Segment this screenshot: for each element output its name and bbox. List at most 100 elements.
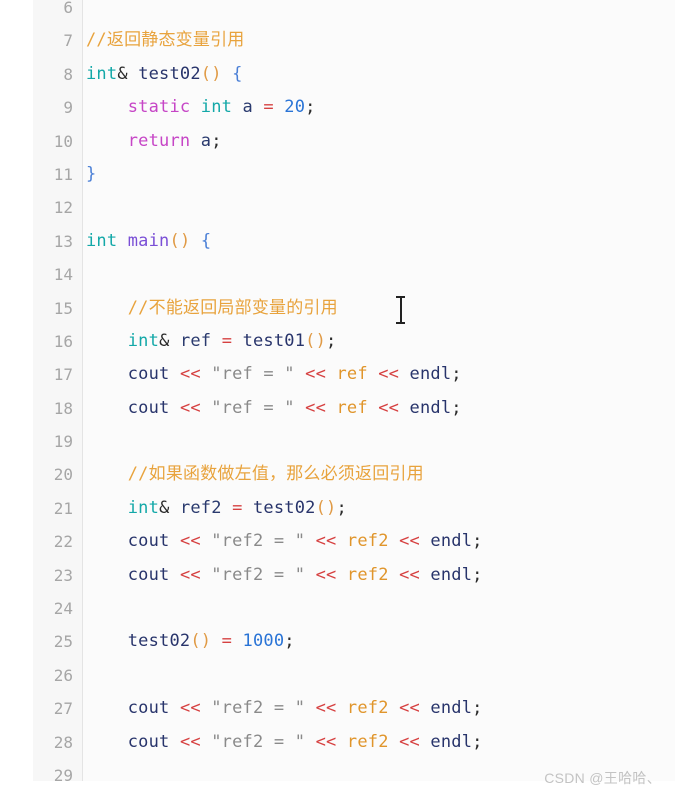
line-number[interactable]: 10 (33, 124, 82, 158)
code-line-content[interactable]: cout << "ref = " << ref << endl; (86, 358, 462, 391)
code-line-content[interactable]: cout << "ref2 = " << ref2 << endl; (86, 525, 483, 558)
code-token: test02 (138, 63, 201, 84)
code-line[interactable]: 22 cout << "ref2 = " << ref2 << endl; (33, 525, 675, 559)
code-token: a (242, 97, 253, 118)
code-line[interactable]: 10 return a; (33, 124, 675, 158)
code-line-content[interactable]: cout << "ref2 = " << ref2 << endl; (86, 726, 483, 759)
editor-surface[interactable]: 6 7//返回静态变量引用 8 int& test02() {9 static int… (33, 0, 675, 781)
code-line[interactable]: 25 test02() = 1000; (33, 625, 675, 659)
code-line[interactable]: 28 cout << "ref2 = " << ref2 << endl; (33, 725, 675, 759)
code-line-content[interactable]: int& ref = test01(); (86, 325, 337, 358)
code-line[interactable]: 15 //不能返回局部变量的引用 (33, 291, 675, 325)
code-token: 20 (284, 97, 306, 118)
line-number[interactable]: 8 (33, 57, 82, 92)
code-line[interactable]: 24 (33, 592, 675, 626)
line-number[interactable]: 9 (33, 91, 82, 125)
code-line[interactable]: 20 //如果函数做左值，那么必须返回引用 (33, 458, 675, 492)
code-line-content[interactable]: static int a = 20; (86, 91, 316, 124)
line-number[interactable]: 29 (33, 758, 82, 781)
code-token: = (263, 97, 274, 118)
line-number[interactable]: 18 (33, 391, 82, 426)
line-number[interactable]: 23 (33, 558, 82, 593)
code-line[interactable]: 9 static int a = 20; (33, 91, 675, 125)
code-line-content[interactable]: cout << "ref = " << ref << endl; (86, 392, 462, 425)
line-number[interactable]: 19 (33, 425, 82, 459)
code-line-content[interactable]: test02() = 1000; (86, 625, 295, 658)
code-line[interactable]: 26 (33, 658, 675, 693)
code-line[interactable]: 13 int main() { (33, 224, 675, 259)
code-line[interactable]: 6 (33, 0, 675, 25)
code-line[interactable]: 12 (33, 191, 675, 225)
code-line[interactable]: 17 cout << "ref = " << ref << endl; (33, 358, 675, 392)
code-token: = (232, 497, 243, 518)
csdn-watermark: CSDN @王哈哈、 (544, 770, 661, 786)
line-number[interactable]: 17 (33, 358, 82, 392)
code-line-content[interactable]: //如果函数做左值，那么必须返回引用 (86, 458, 424, 491)
code-line-content[interactable]: } (86, 158, 96, 191)
code-line[interactable]: 23 cout << "ref2 = " << ref2 << endl; (33, 558, 675, 593)
line-number[interactable]: 22 (33, 525, 82, 559)
code-line[interactable]: 21 int& ref2 = test02(); (33, 491, 675, 526)
code-line[interactable]: 11} (33, 157, 675, 192)
line-number[interactable]: 11 (33, 157, 82, 192)
line-number[interactable]: 15 (33, 291, 82, 325)
line-number[interactable]: 24 (33, 592, 82, 626)
code-line[interactable]: 8 int& test02() { (33, 57, 675, 92)
code-line-content[interactable]: return a; (86, 125, 222, 158)
code-token: endl (430, 564, 473, 585)
code-line-content[interactable]: //不能返回局部变量的引用 (86, 292, 338, 325)
code-line[interactable]: 7//返回静态变量引用 (33, 24, 675, 58)
code-token: cout (127, 731, 170, 752)
code-line-content[interactable]: int& test02() { (86, 58, 243, 91)
code-line-content[interactable]: cout << "ref2 = " << ref2 << endl; (86, 692, 483, 725)
code-token: cout (127, 564, 170, 585)
code-token: 1000 (242, 631, 285, 652)
code-token: ; (472, 531, 483, 552)
line-number[interactable]: 12 (33, 191, 82, 225)
line-number[interactable]: 27 (33, 692, 82, 726)
code-line-content[interactable]: int& ref2 = test02(); (86, 492, 347, 525)
line-number[interactable]: 28 (33, 725, 82, 759)
code-line-content[interactable]: cout << "ref2 = " << ref2 << endl; (86, 559, 483, 592)
code-token: & (117, 63, 128, 84)
code-token: "ref = " (211, 397, 295, 418)
code-line[interactable]: 19 (33, 425, 675, 459)
line-number[interactable]: 26 (33, 658, 82, 693)
line-number[interactable]: 21 (33, 491, 82, 526)
line-number[interactable]: 25 (33, 625, 82, 659)
code-line[interactable]: 18 cout << "ref = " << ref << endl; (33, 391, 675, 426)
line-number[interactable]: 20 (33, 458, 82, 492)
code-token: ( (190, 631, 201, 652)
line-number[interactable]: 13 (33, 224, 82, 259)
code-line[interactable]: 14 (33, 258, 675, 292)
code-line-content[interactable]: //返回静态变量引用 (86, 24, 244, 57)
code-line[interactable]: 16 int& ref = test01(); (33, 324, 675, 359)
code-line-content[interactable]: int main() { (86, 225, 211, 258)
line-number[interactable]: 14 (33, 258, 82, 292)
line-number[interactable]: 6 (33, 0, 82, 25)
line-number[interactable]: 16 (33, 324, 82, 359)
code-token: << (399, 698, 420, 719)
code-token: ref (336, 397, 368, 418)
code-token: ) (200, 631, 212, 652)
code-token: << (315, 731, 337, 752)
code-editor[interactable]: 6 7//返回静态变量引用 8 int& test02() {9 static int… (0, 0, 675, 793)
line-number[interactable]: 7 (33, 24, 82, 58)
code-line[interactable]: 27 cout << "ref2 = " << ref2 << endl; (33, 692, 675, 726)
code-token: static (127, 97, 191, 118)
